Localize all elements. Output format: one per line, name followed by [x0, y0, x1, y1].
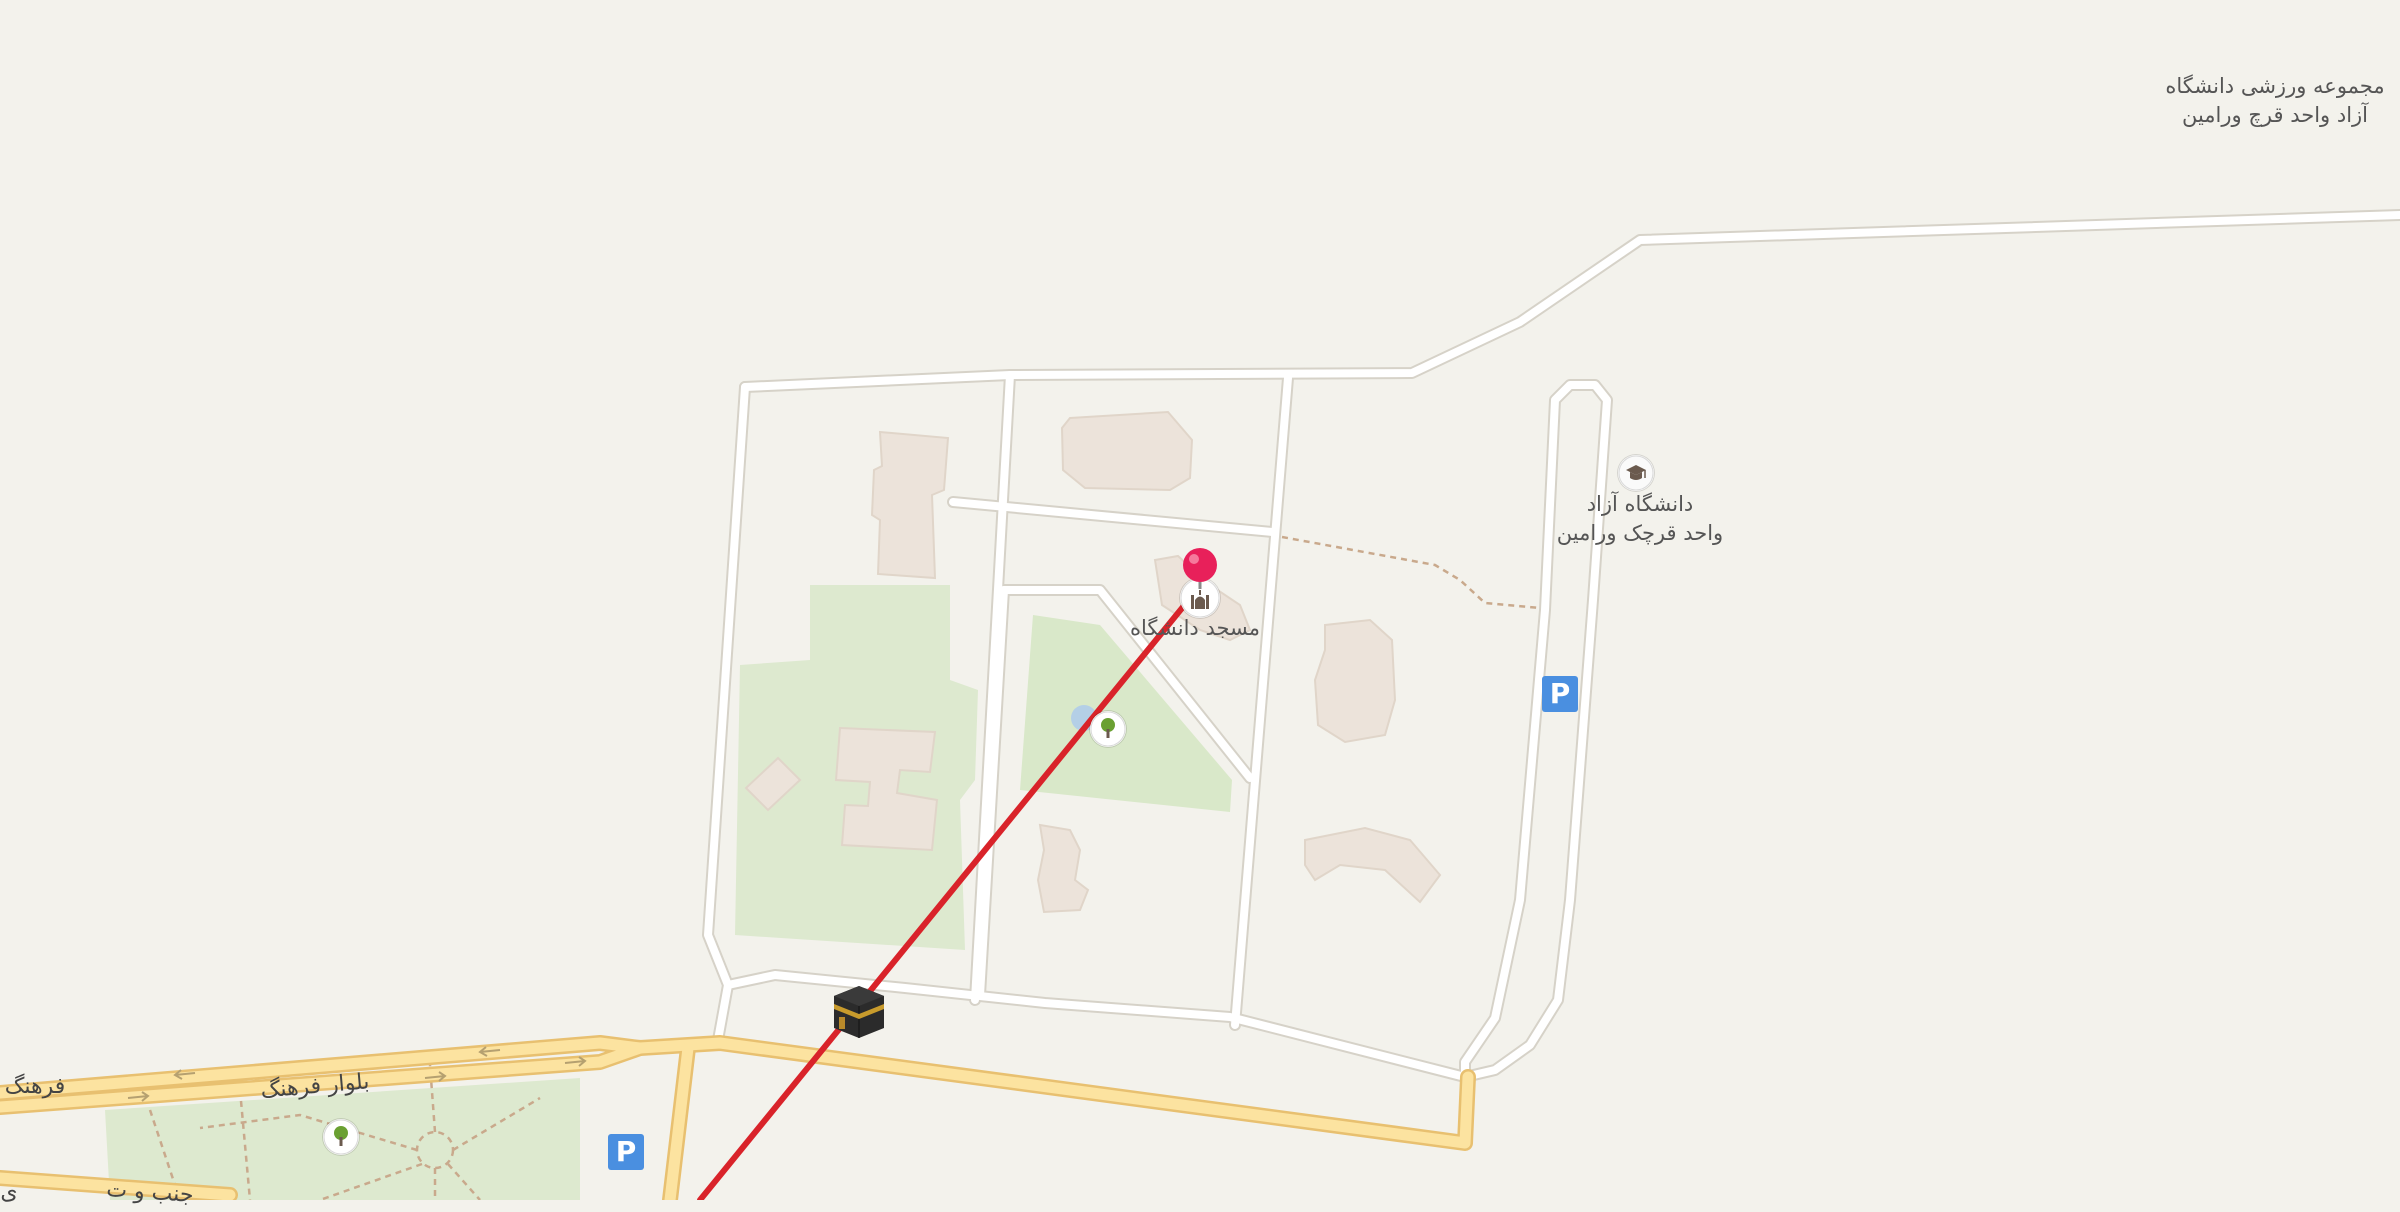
location-pin-icon[interactable] — [1182, 547, 1218, 589]
building — [870, 430, 950, 580]
building — [1060, 410, 1194, 492]
label-azad-university: دانشگاه آزاد واحد قرچک ورامین — [1545, 490, 1735, 548]
campus-road-east — [1231, 374, 1292, 1029]
building — [1313, 618, 1397, 744]
campus-road-center — [971, 371, 1014, 1004]
label-text: ی — [0, 1180, 18, 1205]
label-text: فرهنگ — [4, 1074, 66, 1099]
label-line-2: آزاد واحد قرچ ورامین — [2181, 103, 2369, 127]
parking-icon[interactable]: P — [1542, 676, 1578, 712]
parking-letter: P — [615, 1135, 637, 1168]
tree-icon[interactable] — [1090, 711, 1126, 747]
main-road-east — [634, 1037, 1474, 1149]
tree-icon[interactable] — [323, 1119, 359, 1155]
label-text: مسجد دانشگاه — [1130, 616, 1260, 640]
kaaba-icon[interactable] — [832, 984, 886, 1040]
north-road — [741, 211, 2400, 391]
building — [1036, 823, 1090, 914]
road-label-farhang: فرهنگ — [0, 1072, 70, 1101]
parking-icon[interactable]: P — [608, 1134, 644, 1170]
map-canvas[interactable]: مجموعه ورزشی دانشگاه آزاد واحد قرچ ورامی… — [0, 0, 2400, 1208]
east-loop-road — [1461, 381, 1611, 1081]
road-label-edge: ی — [0, 1178, 18, 1207]
building — [1304, 826, 1442, 904]
label-line-2: واحد قرچک ورامین — [1556, 521, 1724, 545]
graduation-cap-icon[interactable] — [1618, 455, 1654, 491]
label-line-1: مجموعه ورزشی دانشگاه — [2165, 74, 2385, 98]
label-university-mosque: مسجد دانشگاه — [1115, 614, 1275, 643]
label-university-sports-complex: مجموعه ورزشی دانشگاه آزاد واحد قرچ ورامی… — [2155, 72, 2395, 130]
label-line-1: دانشگاه آزاد — [1586, 492, 1694, 516]
parking-letter: P — [1549, 677, 1571, 710]
